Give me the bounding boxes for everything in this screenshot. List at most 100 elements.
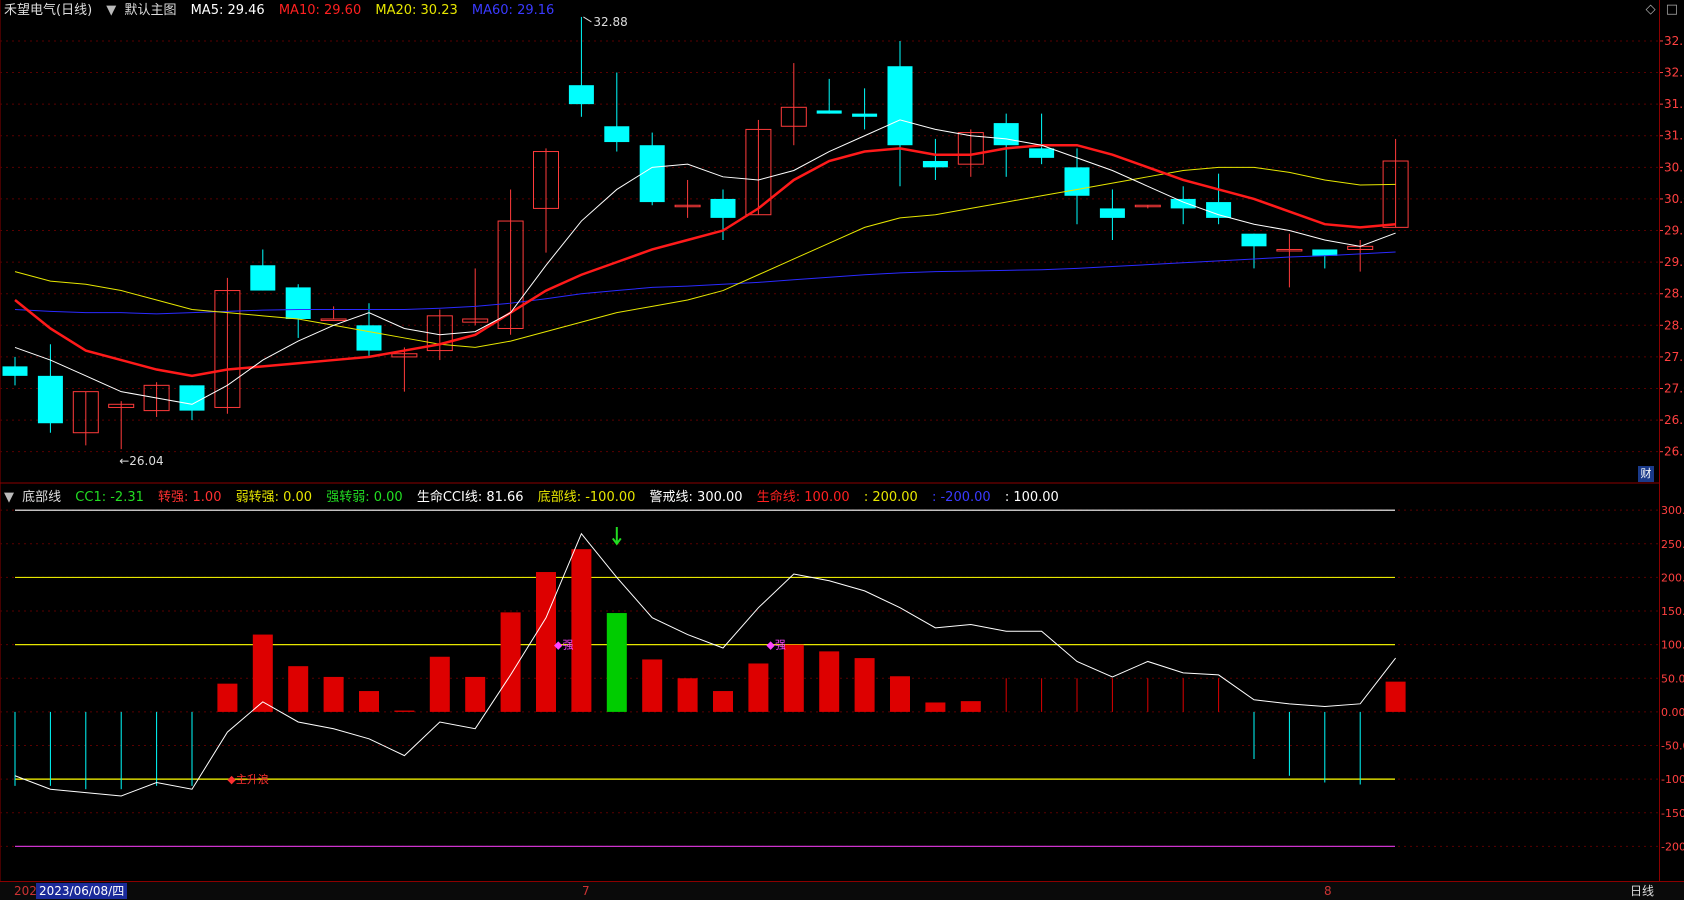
high-pointer	[583, 16, 592, 23]
indicator-bar	[642, 659, 663, 712]
cc1-line	[14, 532, 1396, 797]
indicator-bar	[748, 663, 769, 712]
ma60-line	[14, 251, 1396, 315]
low-price-label: ←26.04	[119, 454, 163, 468]
price-tick-label: 28.50	[1664, 287, 1684, 301]
maximize-icon[interactable]: □	[1666, 2, 1678, 17]
collapse-icon[interactable]: ▼	[4, 490, 14, 505]
line-neg200-label: : -200.00	[931, 490, 991, 505]
indicator-tick-label: 0.00	[1661, 706, 1684, 719]
cc1-label: CC1: -2.31	[75, 490, 144, 505]
price-tick-label: 29.00	[1664, 255, 1684, 269]
indicator-bar	[217, 683, 238, 712]
indicator-bar	[783, 644, 804, 712]
indicator-bar	[465, 676, 486, 712]
indicator-tick-label: 100.0	[1661, 639, 1684, 652]
candle-body	[2, 366, 28, 376]
shengming-label: 生命线: 100.00	[756, 490, 850, 505]
main-legend: 禾望电气(日线) ▼ 默认主图 MA5: 29.46 MA10: 29.60 M…	[4, 0, 564, 22]
price-tick-label: 29.50	[1664, 224, 1684, 238]
strong-signal-label: ◆强	[554, 639, 573, 652]
candle-body	[1029, 148, 1055, 158]
bottom-signal-label: ◆主升浪	[227, 772, 268, 786]
panel-controls: ◇ □	[1640, 2, 1678, 17]
candle-body	[356, 325, 382, 351]
price-tick-label: 32.00	[1664, 66, 1684, 80]
indicator-bar	[429, 656, 450, 712]
cursor-date: 2023/06/08/四	[36, 883, 128, 899]
indicator-bar	[571, 549, 592, 712]
signal-arrow	[611, 526, 622, 546]
price-tick-label: 26.00	[1664, 445, 1684, 459]
diamond-icon[interactable]: ◇	[1646, 2, 1656, 17]
candle-body	[852, 113, 878, 117]
price-tick-label: 31.50	[1664, 97, 1684, 111]
ma10-line	[14, 143, 1396, 378]
chart-canvas[interactable]: 32.88 ←26.04 ◆强 ◆强 ◆主升浪	[0, 0, 1660, 881]
candle-body	[887, 66, 913, 146]
indicator-bar	[288, 666, 309, 712]
stock-name[interactable]: 禾望电气(日线)	[4, 3, 92, 18]
indicator-tick-label: 50.0	[1661, 672, 1684, 685]
candle-body	[179, 385, 205, 411]
line200-label: : 200.00	[863, 490, 918, 505]
indicator-bar	[536, 572, 556, 712]
high-price-label: 32.88	[593, 15, 627, 29]
ma5-label: MA5: 29.46	[190, 3, 265, 18]
ma10-label: MA10: 29.60	[278, 3, 362, 18]
candle-body	[993, 123, 1019, 146]
indicator-bar	[960, 701, 981, 712]
month-tick-7: 7	[582, 884, 590, 898]
candle-body	[1170, 198, 1196, 209]
price-tick-label: 31.00	[1664, 129, 1684, 143]
price-tick-label: 30.00	[1664, 192, 1684, 206]
price-axis: 32.50 32.00 31.50 31.00 30.50 30.00 29.50 29.00…	[1660, 34, 1684, 853]
ma20-line	[14, 166, 1396, 348]
indicator-bar	[606, 613, 627, 712]
price-tick-label: 26.50	[1664, 413, 1684, 427]
candle-body	[285, 287, 311, 319]
indicator-tick-label: -150.0	[1661, 807, 1684, 820]
candle-body	[922, 161, 948, 168]
finance-badge[interactable]: 财	[1638, 466, 1654, 482]
candle-body	[568, 85, 594, 105]
ma20-label: MA20: 30.23	[375, 3, 458, 18]
candle-body	[320, 318, 347, 321]
indicator-tick-label: 150.0	[1661, 605, 1684, 618]
price-tick-label: 30.50	[1664, 160, 1684, 174]
ma60-label: MA60: 29.16	[471, 3, 555, 18]
template-label[interactable]: 默认主图	[124, 3, 176, 18]
indicator-bar	[819, 651, 840, 712]
price-tick-label: 27.00	[1664, 381, 1684, 395]
indicator-bar	[394, 710, 415, 712]
indicator-legend: ▼ 底部线 CC1: -2.31 转强: 1.00 弱转强: 0.00 强转弱:…	[4, 487, 1069, 509]
indicator-name[interactable]: 底部线	[22, 490, 61, 505]
candle-body	[710, 198, 736, 218]
indicator-bar	[854, 658, 875, 712]
period-button[interactable]: 日线	[1630, 882, 1654, 900]
indicator-bar	[323, 676, 344, 712]
indicator-tick-label: 300.0	[1661, 504, 1684, 517]
indicator-tick-label: -100.0	[1661, 773, 1684, 786]
ruozhuanqiang-label: 弱转强: 0.00	[235, 490, 313, 505]
indicator-bar	[1385, 681, 1406, 712]
chevron-down-circle-icon[interactable]: ▼	[106, 3, 116, 18]
candle-body	[816, 110, 842, 114]
strong-signal-label: ◆强	[766, 639, 785, 652]
dibu-label: 底部线: -100.00	[537, 490, 636, 505]
candle-body	[1241, 233, 1267, 247]
price-tick-label: 28.00	[1664, 318, 1684, 332]
shengming-cci-label: 生命CCI线: 81.66	[416, 490, 524, 505]
price-tick-label: 27.50	[1664, 350, 1684, 364]
time-axis-bar: 202 2023/06/08/四 7 8 日线	[0, 881, 1684, 900]
indicator-bar	[925, 702, 946, 712]
indicator-bar	[890, 676, 910, 712]
candle-body	[639, 145, 665, 203]
indicator-bar	[252, 634, 273, 712]
candle-body	[1206, 202, 1232, 218]
zhuanqiang-label: 转强: 1.00	[158, 490, 222, 505]
candle-body	[37, 375, 63, 424]
month-tick-8: 8	[1324, 884, 1332, 898]
year-label: 202	[14, 884, 37, 898]
indicator-bar	[359, 691, 379, 712]
